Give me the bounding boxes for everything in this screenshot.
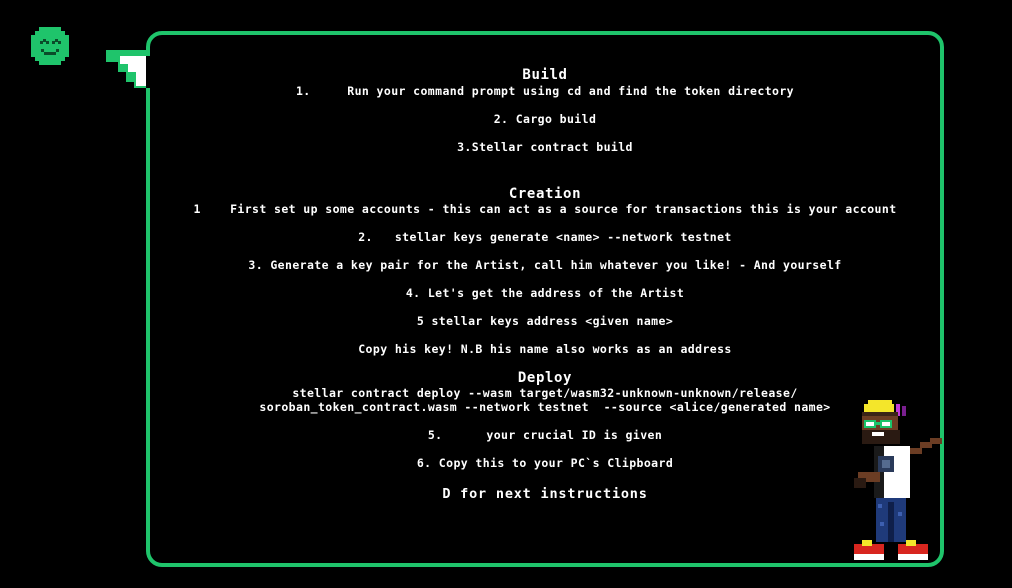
pixel-artist-character: [854, 400, 942, 560]
build-step-2: 2. Cargo build: [493, 112, 597, 126]
creation-heading: Creation: [508, 186, 582, 202]
creation-step-6: Copy his key! N.B his name also works as…: [358, 342, 732, 356]
deploy-command-line-2: soroban_token_contract.wasm --network te…: [259, 400, 831, 414]
deploy-command-line-1: stellar contract deploy --wasm target/wa…: [292, 386, 798, 400]
creation-step-4: 4. Let's get the address of the Artist: [405, 286, 685, 300]
build-heading: Build: [522, 67, 568, 83]
speech-bubble-tail: [106, 50, 150, 88]
deploy-step-6: 6. Copy this to your PC`s Clipboard: [416, 456, 674, 470]
build-step-3: 3.Stellar contract build: [457, 140, 633, 154]
creation-step-3: 3. Generate a key pair for the Artist, c…: [248, 258, 842, 272]
deploy-heading: Deploy: [517, 370, 573, 386]
build-step-1: 1. Run your command prompt using cd and …: [295, 84, 794, 98]
next-instructions-prompt: D for next instructions: [442, 486, 648, 502]
creation-step-1: 1 First set up some accounts - this can …: [193, 202, 897, 216]
deploy-step-5: 5. your crucial ID is given: [427, 428, 663, 442]
smiley-face-icon: [31, 27, 69, 65]
creation-step-2: 2. stellar keys generate <name> --networ…: [358, 230, 732, 244]
creation-step-5: 5 stellar keys address <given name>: [416, 314, 674, 328]
